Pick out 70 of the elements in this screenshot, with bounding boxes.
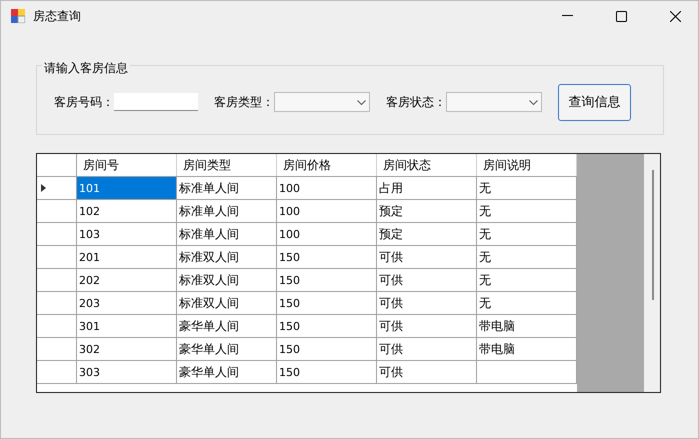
table-cell: 标准单人间: [177, 200, 277, 222]
table-cell: 无: [477, 223, 577, 245]
table-cell: 无: [477, 292, 577, 314]
table-cell: 标准双人间: [177, 246, 277, 268]
table-cell: 带电脑: [477, 315, 577, 337]
table-cell: 100: [277, 177, 377, 199]
scrollbar[interactable]: [644, 154, 660, 392]
table-cell: 150: [277, 315, 377, 337]
dropdown-field[interactable]: [274, 92, 370, 112]
room-number-field[interactable]: [114, 93, 198, 111]
table-cell: 预定: [377, 200, 477, 222]
table-cell: 可供: [377, 361, 477, 383]
table-cell: 标准单人间: [177, 223, 277, 245]
table-cell: 302: [77, 338, 177, 360]
table-cell: 豪华单人间: [177, 338, 277, 360]
table-row[interactable]: 301 豪华单人间 150 可供 带电脑: [37, 315, 577, 338]
table-cell: 豪华单人间: [177, 315, 277, 337]
table-cell: 150: [277, 338, 377, 360]
close-icon: [670, 10, 680, 22]
app-icon: [11, 9, 25, 23]
table-row[interactable]: 201 标准双人间 150 可供 无: [37, 246, 577, 269]
minimize-icon: [562, 15, 572, 17]
table-row[interactable]: 303 豪华单人间 150 可供: [37, 361, 577, 384]
table-cell: 可供: [377, 246, 477, 268]
chevron-down-icon: [529, 100, 538, 104]
dropdown-field[interactable]: [446, 92, 542, 112]
table-cell: 无: [477, 269, 577, 291]
table-cell: 可供: [377, 292, 477, 314]
table-cell: 103: [77, 223, 177, 245]
group-title: 请输入客房信息: [42, 60, 130, 77]
field-label: 客房号码：: [54, 94, 114, 110]
table-cell: 标准双人间: [177, 269, 277, 291]
table-row[interactable]: 103 标准单人间 100 预定 无: [37, 223, 577, 246]
field-label: 客房类型：: [214, 94, 274, 110]
table-cell: 150: [277, 361, 377, 383]
table-cell: 可供: [377, 338, 477, 360]
table-cell: 预定: [377, 223, 477, 245]
field-label: 客房状态：: [386, 94, 446, 110]
table-cell: 150: [277, 292, 377, 314]
table-cell: 100: [277, 223, 377, 245]
table-cell: 202: [77, 269, 177, 291]
table-cell: 101: [77, 177, 177, 199]
table-row[interactable]: 302 豪华单人间 150 可供 带电脑: [37, 338, 577, 361]
current-row-icon: [41, 184, 46, 192]
table-cell: 无: [477, 246, 577, 268]
query-button[interactable]: 查询信息: [558, 84, 631, 120]
table-cell: 可供: [377, 315, 477, 337]
maximize-icon: [616, 10, 626, 22]
chevron-down-icon: [357, 100, 366, 104]
table-cell: 203: [77, 292, 177, 314]
table-cell: 150: [277, 269, 377, 291]
table-cell: 102: [77, 200, 177, 222]
table-cell: 标准双人间: [177, 292, 277, 314]
table-cell: 303: [77, 361, 177, 383]
table-cell: 标准单人间: [177, 177, 277, 199]
table-cell: 201: [77, 246, 177, 268]
table-cell: 150: [277, 246, 377, 268]
table-row[interactable]: 102 标准单人间 100 预定 无: [37, 200, 577, 223]
table-cell: 占用: [377, 177, 477, 199]
table-cell: 豪华单人间: [177, 361, 277, 383]
table-cell: 无: [477, 200, 577, 222]
table-row[interactable]: 101 标准单人间 100 占用 无: [37, 177, 577, 200]
table-row[interactable]: 203 标准双人间 150 可供 无: [37, 292, 577, 315]
table-row[interactable]: 202 标准双人间 150 可供 无: [37, 269, 577, 292]
table-cell: 带电脑: [477, 338, 577, 360]
window-title: 房态查询: [33, 8, 82, 24]
table-cell: 301: [77, 315, 177, 337]
table-cell: 可供: [377, 269, 477, 291]
table-cell: 无: [477, 177, 577, 199]
table-cell: 100: [277, 200, 377, 222]
